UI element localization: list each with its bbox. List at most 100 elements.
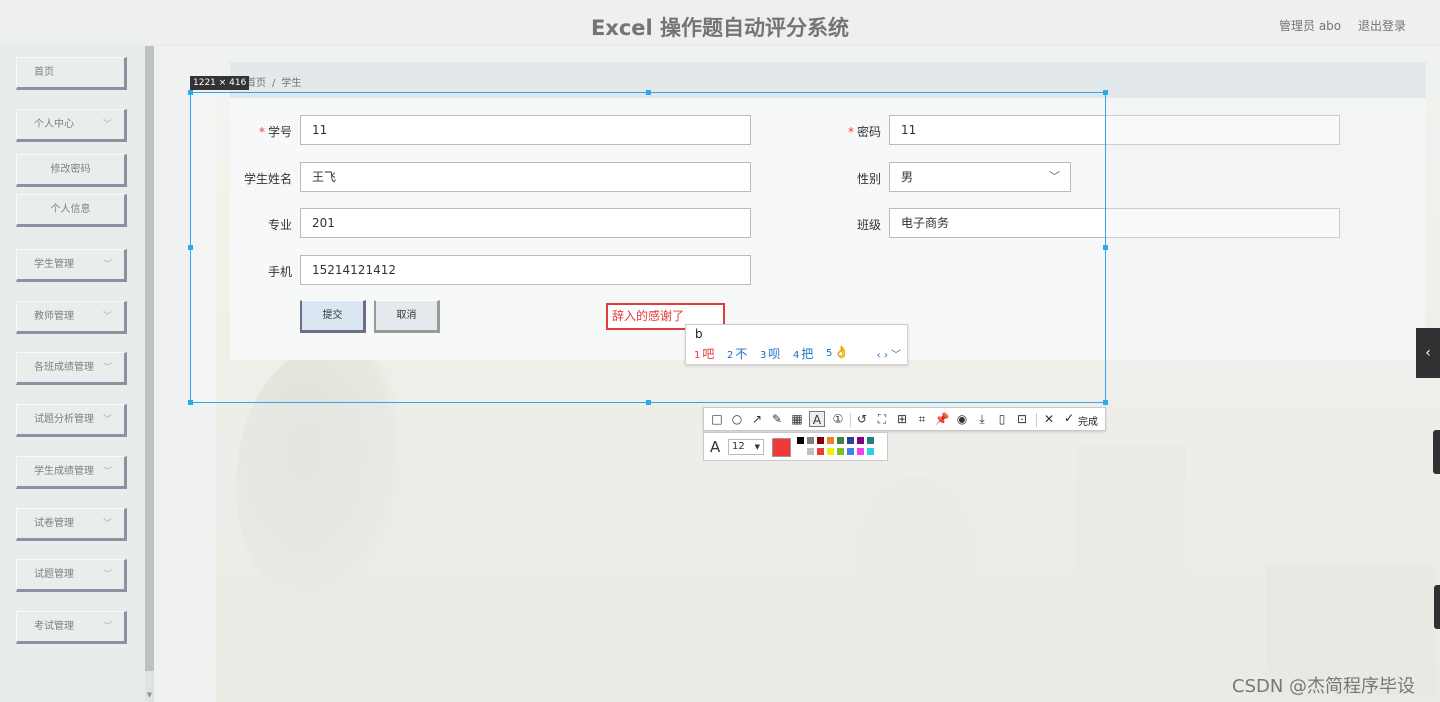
password-label: * 密码 bbox=[847, 125, 881, 139]
ellipse-icon[interactable]: ○ bbox=[729, 411, 745, 427]
close-icon[interactable]: ✕ bbox=[1041, 411, 1057, 427]
admin-user-label[interactable]: 管理员 abo bbox=[1279, 17, 1341, 34]
class-label: 班级 bbox=[856, 218, 881, 232]
ime-candidate[interactable]: 5 👌 bbox=[826, 345, 849, 359]
ime-pinyin: b bbox=[695, 327, 703, 341]
student-name-label: 学生姓名 bbox=[243, 172, 292, 186]
chevron-down-icon: ﹀ bbox=[102, 570, 112, 580]
check-icon[interactable]: ✓ bbox=[1064, 411, 1074, 425]
color-swatch[interactable] bbox=[816, 436, 825, 445]
side-panel-toggle[interactable]: ‹ bbox=[1416, 328, 1440, 378]
ime-candidate[interactable]: 4把 bbox=[793, 345, 813, 362]
student-name-input[interactable]: 王飞 bbox=[300, 162, 751, 192]
rect-icon[interactable]: □ bbox=[709, 411, 725, 427]
resize-handle[interactable] bbox=[188, 400, 193, 405]
current-color-swatch[interactable] bbox=[772, 438, 791, 457]
color-swatch[interactable] bbox=[856, 447, 865, 456]
color-swatch[interactable] bbox=[836, 447, 845, 456]
resize-handle[interactable] bbox=[188, 245, 193, 250]
sidebar-item-class-scores[interactable]: 各班成绩管理 ﹀ bbox=[16, 352, 127, 385]
student-no-input[interactable]: 11 bbox=[300, 115, 751, 145]
ime-candidate[interactable]: 3呗 bbox=[760, 345, 780, 362]
phone-icon[interactable]: ▯ bbox=[994, 411, 1010, 427]
color-swatch[interactable] bbox=[806, 436, 815, 445]
chevron-down-icon: ﹀ bbox=[102, 260, 112, 270]
scroll-capture-icon[interactable]: ⌗ bbox=[914, 411, 930, 427]
color-swatch[interactable] bbox=[806, 447, 815, 456]
color-swatch[interactable] bbox=[846, 436, 855, 445]
color-swatch[interactable] bbox=[866, 436, 875, 445]
sidebar-item-change-password[interactable]: 修改密码 bbox=[16, 154, 127, 187]
color-swatch[interactable] bbox=[846, 447, 855, 456]
text-icon[interactable]: A bbox=[809, 411, 825, 427]
sidebar-item-question-analysis[interactable]: 试题分析管理 ﹀ bbox=[16, 404, 127, 437]
color-swatch[interactable] bbox=[866, 447, 875, 456]
gender-label: 性别 bbox=[856, 172, 881, 186]
toolbar-divider bbox=[850, 413, 851, 427]
color-swatch[interactable] bbox=[826, 447, 835, 456]
sidebar-item-question-mgmt[interactable]: 试题管理 ﹀ bbox=[16, 559, 127, 592]
sidebar-item-student-mgmt[interactable]: 学生管理 ﹀ bbox=[16, 249, 127, 282]
pen-icon[interactable]: ✎ bbox=[769, 411, 785, 427]
scrollbar-thumb[interactable] bbox=[145, 46, 154, 671]
sidebar-item-paper-mgmt[interactable]: 试卷管理 ﹀ bbox=[16, 508, 127, 541]
font-icon: A bbox=[710, 438, 721, 456]
save-icon[interactable]: ⤓ bbox=[974, 411, 990, 427]
cancel-button[interactable]: 取消 bbox=[374, 300, 440, 333]
color-swatch[interactable] bbox=[796, 436, 805, 445]
bookmark-icon[interactable]: ⊡ bbox=[1014, 411, 1030, 427]
sidebar-scrollbar[interactable] bbox=[145, 46, 154, 702]
system-title: Excel 操作题自动评分系统 bbox=[590, 16, 850, 40]
undo-icon[interactable]: ↺ bbox=[854, 411, 870, 427]
record-icon[interactable]: ◉ bbox=[954, 411, 970, 427]
phone-label: 手机 bbox=[267, 265, 292, 279]
done-button[interactable]: 完成 bbox=[1078, 413, 1098, 428]
password-input[interactable]: 11 bbox=[889, 115, 1340, 145]
side-widget[interactable] bbox=[1434, 585, 1440, 629]
capture-size-label: 1221 × 416 bbox=[190, 76, 250, 90]
color-swatch[interactable] bbox=[856, 436, 865, 445]
color-swatch[interactable] bbox=[816, 447, 825, 456]
text-style-bar: A 12 ▼ bbox=[703, 432, 888, 461]
sidebar-item-personal-center[interactable]: 个人中心 ﹀ bbox=[16, 109, 127, 142]
color-swatch[interactable] bbox=[836, 436, 845, 445]
major-input[interactable]: 201 bbox=[300, 208, 751, 238]
ime-candidate[interactable]: 1吧 bbox=[694, 345, 714, 362]
resize-handle[interactable] bbox=[188, 90, 193, 95]
ime-candidate[interactable]: 2不 bbox=[727, 345, 747, 362]
chevron-down-icon: ﹀ bbox=[102, 622, 112, 632]
top-header: Excel 操作题自动评分系统 管理员 abo 退出登录 bbox=[0, 0, 1440, 46]
translate-icon[interactable]: ⊞ bbox=[894, 411, 910, 427]
font-size-select[interactable]: 12 ▼ bbox=[728, 439, 764, 455]
sidebar-item-home[interactable]: 首页 bbox=[16, 57, 127, 90]
arrow-icon[interactable]: ↗ bbox=[749, 411, 765, 427]
ime-page-nav-icon[interactable]: ‹ › ﹀ bbox=[877, 346, 901, 361]
plant-decor bbox=[236, 346, 406, 606]
chevron-down-icon: ﹀ bbox=[102, 415, 112, 425]
color-swatch[interactable] bbox=[826, 436, 835, 445]
chevron-down-icon: ﹀ bbox=[102, 467, 112, 477]
phone-input[interactable]: 15214121412 bbox=[300, 255, 751, 285]
logout-link[interactable]: 退出登录 bbox=[1358, 17, 1406, 34]
student-no-label: * 学号 bbox=[258, 125, 292, 139]
submit-button[interactable]: 提交 bbox=[300, 300, 366, 333]
sidebar-item-exam-mgmt[interactable]: 考试管理 ﹀ bbox=[16, 611, 127, 644]
watermark: CSDN @杰简程序毕设 bbox=[1232, 676, 1416, 697]
breadcrumb: 首页 / 学生 bbox=[246, 74, 301, 89]
dropdown-arrow-icon: ▼ bbox=[754, 443, 760, 451]
sidebar-item-teacher-mgmt[interactable]: 教师管理 ﹀ bbox=[16, 301, 127, 334]
side-widget[interactable] bbox=[1433, 430, 1440, 474]
scroll-down-icon[interactable]: ▼ bbox=[145, 690, 154, 700]
pin-icon[interactable]: 📌 bbox=[934, 411, 950, 427]
ocr-icon[interactable]: ⛶ bbox=[874, 411, 890, 427]
sidebar-item-personal-info[interactable]: 个人信息 bbox=[16, 194, 127, 227]
chevron-left-icon: ‹ bbox=[1425, 345, 1431, 361]
chevron-down-icon: ﹀ bbox=[102, 519, 112, 529]
sidebar-item-student-scores[interactable]: 学生成绩管理 ﹀ bbox=[16, 456, 127, 489]
chevron-down-icon: ﹀ bbox=[1049, 170, 1060, 183]
gender-select[interactable]: 男 ﹀ bbox=[889, 162, 1071, 192]
mosaic-icon[interactable]: ▦ bbox=[789, 411, 805, 427]
class-input[interactable]: 电子商务 bbox=[889, 208, 1340, 238]
number-icon[interactable]: ① bbox=[830, 411, 846, 427]
color-swatch[interactable] bbox=[796, 447, 805, 456]
